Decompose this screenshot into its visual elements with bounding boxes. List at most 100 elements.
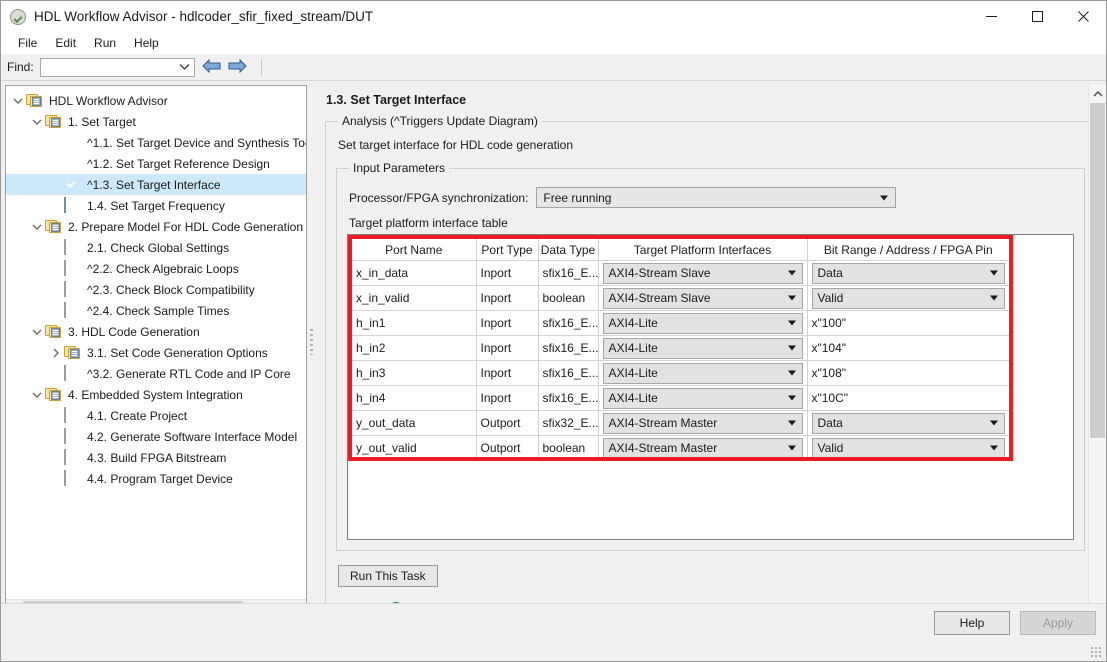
cell-data-type: sfix32_E... — [538, 410, 599, 436]
page-title: 1.3. Set Target Interface — [326, 93, 467, 107]
tree-item-11[interactable]: 3. HDL Code Generation — [6, 321, 306, 342]
chevron-down-icon — [787, 320, 796, 326]
table-row[interactable]: x_in_data Inport sfix16_E... AXI4-Stream Sl… — [352, 260, 1009, 286]
tree-item-label: HDL Workflow Advisor — [49, 93, 168, 108]
apply-button[interactable]: Apply — [1020, 611, 1096, 635]
cell-bit-range[interactable]: x"108" — [807, 360, 1009, 386]
col-port-name: Port Name — [352, 239, 477, 261]
tree-item-0[interactable]: HDL Workflow Advisor — [6, 90, 306, 111]
find-toolbar: Find: — [1, 54, 1106, 81]
col-data-type: Data Type — [538, 239, 599, 261]
menu-item-help[interactable]: Help — [125, 34, 168, 52]
tree-item-4[interactable]: ^1.3. Set Target Interface — [6, 174, 306, 195]
tree-item-1[interactable]: 1. Set Target — [6, 111, 306, 132]
cell-bit-range[interactable]: Data — [807, 260, 1009, 286]
page-icon — [64, 427, 82, 445]
bit-range-dropdown[interactable]: Valid — [811, 287, 1005, 309]
menu-item-edit[interactable]: Edit — [46, 34, 85, 52]
run-this-task-button[interactable]: Run This Task — [338, 565, 438, 587]
tree-item-14[interactable]: 4. Embedded System Integration — [6, 384, 306, 405]
chevron-down-icon[interactable] — [29, 114, 45, 130]
chevron-down-icon[interactable] — [179, 59, 190, 76]
interface-dropdown[interactable]: AXI4-Lite — [602, 312, 803, 334]
scroll-up-icon[interactable] — [1089, 85, 1106, 102]
cell-bit-range[interactable]: x"100" — [807, 310, 1009, 336]
cell-bit-range[interactable]: Valid — [807, 435, 1009, 460]
bit-range-dropdown[interactable]: Data — [811, 412, 1005, 434]
chevron-down-icon[interactable] — [29, 324, 45, 340]
arrow-right-icon[interactable] — [227, 58, 247, 77]
workflow-tree[interactable]: HDL Workflow Advisor 1. Set Target ^1.1. S… — [6, 86, 306, 599]
tree-item-16[interactable]: 4.2. Generate Software Interface Model — [6, 426, 306, 447]
cell-bit-range[interactable]: x"10C" — [807, 385, 1009, 411]
table-row[interactable]: h_in1 Inport sfix16_E... AXI4-Lite x"100" — [352, 310, 1009, 336]
menu-item-file[interactable]: File — [9, 34, 46, 52]
cell-port-name: h_in4 — [352, 385, 477, 411]
cell-port-type: Outport — [476, 410, 539, 436]
splitter-grip-icon — [309, 329, 313, 355]
cell-target-platform-interface[interactable]: AXI4-Stream Slave — [598, 260, 808, 286]
cell-target-platform-interface[interactable]: AXI4-Stream Master — [598, 410, 808, 436]
cell-data-type: boolean — [538, 285, 599, 311]
interface-dropdown[interactable]: AXI4-Lite — [602, 362, 803, 384]
tree-item-9[interactable]: ^2.3. Check Block Compatibility — [6, 279, 306, 300]
table-row[interactable]: x_in_valid Inport boolean AXI4-Stream Slave… — [352, 285, 1009, 311]
table-row[interactable]: h_in2 Inport sfix16_E... AXI4-Lite x"104" — [352, 335, 1009, 361]
tree-item-13[interactable]: ^3.2. Generate RTL Code and IP Core — [6, 363, 306, 384]
tree-item-3[interactable]: ^1.2. Set Target Reference Design — [6, 153, 306, 174]
tree-item-17[interactable]: 4.3. Build FPGA Bitstream — [6, 447, 306, 468]
menu-item-run[interactable]: Run — [85, 34, 125, 52]
interface-dropdown[interactable]: AXI4-Stream Slave — [602, 262, 803, 284]
interface-dropdown[interactable]: AXI4-Stream Master — [602, 412, 803, 434]
cell-target-platform-interface[interactable]: AXI4-Stream Master — [598, 435, 808, 460]
cell-port-type: Inport — [476, 385, 539, 411]
chevron-right-icon[interactable] — [48, 345, 64, 361]
table-row[interactable]: y_out_data Outport sfix32_E... AXI4-Stream … — [352, 410, 1009, 436]
interface-dropdown[interactable]: AXI4-Lite — [602, 387, 803, 409]
close-icon[interactable] — [1060, 1, 1106, 32]
tree-item-7[interactable]: 2.1. Check Global Settings — [6, 237, 306, 258]
panel-splitter[interactable] — [307, 81, 315, 603]
v-scroll-thumb[interactable] — [1090, 103, 1105, 438]
maximize-icon[interactable] — [1014, 1, 1060, 32]
table-row[interactable]: h_in3 Inport sfix16_E... AXI4-Lite x"108" — [352, 360, 1009, 386]
bit-range-value: x"104" — [811, 341, 847, 355]
interface-dropdown[interactable]: AXI4-Stream Master — [602, 437, 803, 459]
tree-item-10[interactable]: ^2.4. Check Sample Times — [6, 300, 306, 321]
interface-table-area: Port Name Port Type Data Type Target Pla… — [347, 234, 1074, 540]
bit-range-dropdown[interactable]: Valid — [811, 437, 1005, 459]
cell-target-platform-interface[interactable]: AXI4-Lite — [598, 385, 808, 411]
cell-bit-range[interactable]: Valid — [807, 285, 1009, 311]
task-panel-vertical-scrollbar[interactable] — [1088, 85, 1106, 603]
target-platform-interface-table[interactable]: Port Name Port Type Data Type Target Pla… — [352, 239, 1009, 460]
help-button[interactable]: Help — [934, 611, 1010, 635]
chevron-down-icon[interactable] — [29, 219, 45, 235]
tree-item-6[interactable]: 2. Prepare Model For HDL Code Generation — [6, 216, 306, 237]
tree-item-8[interactable]: ^2.2. Check Algebraic Loops — [6, 258, 306, 279]
chevron-down-icon[interactable] — [29, 387, 45, 403]
table-row[interactable]: h_in4 Inport sfix16_E... AXI4-Lite x"10C" — [352, 385, 1009, 411]
interface-dropdown[interactable]: AXI4-Stream Slave — [602, 287, 803, 309]
minimize-icon[interactable] — [968, 1, 1014, 32]
cell-target-platform-interface[interactable]: AXI4-Lite — [598, 360, 808, 386]
bit-range-dropdown-value: Valid — [817, 291, 844, 305]
sync-dropdown[interactable]: Free running — [536, 187, 897, 208]
tree-item-5[interactable]: 1.4. Set Target Frequency — [6, 195, 306, 216]
cell-bit-range[interactable]: x"104" — [807, 335, 1009, 361]
find-input[interactable] — [39, 57, 195, 77]
cell-target-platform-interface[interactable]: AXI4-Lite — [598, 335, 808, 361]
tree-item-15[interactable]: 4.1. Create Project — [6, 405, 306, 426]
resize-grip-icon[interactable] — [1091, 647, 1103, 659]
bit-range-dropdown[interactable]: Data — [811, 262, 1005, 284]
chevron-down-icon[interactable] — [10, 93, 26, 109]
tree-item-2[interactable]: ^1.1. Set Target Device and Synthesis To… — [6, 132, 306, 153]
cell-target-platform-interface[interactable]: AXI4-Stream Slave — [598, 285, 808, 311]
table-row[interactable]: y_out_valid Outport boolean AXI4-Stream Mas… — [352, 435, 1009, 460]
cell-bit-range[interactable]: Data — [807, 410, 1009, 436]
cell-target-platform-interface[interactable]: AXI4-Lite — [598, 310, 808, 336]
tree-item-label: ^3.2. Generate RTL Code and IP Core — [87, 366, 291, 381]
arrow-left-icon[interactable] — [201, 58, 222, 77]
tree-item-18[interactable]: 4.4. Program Target Device — [6, 468, 306, 489]
interface-dropdown[interactable]: AXI4-Lite — [602, 337, 803, 359]
tree-item-12[interactable]: 3.1. Set Code Generation Options — [6, 342, 306, 363]
